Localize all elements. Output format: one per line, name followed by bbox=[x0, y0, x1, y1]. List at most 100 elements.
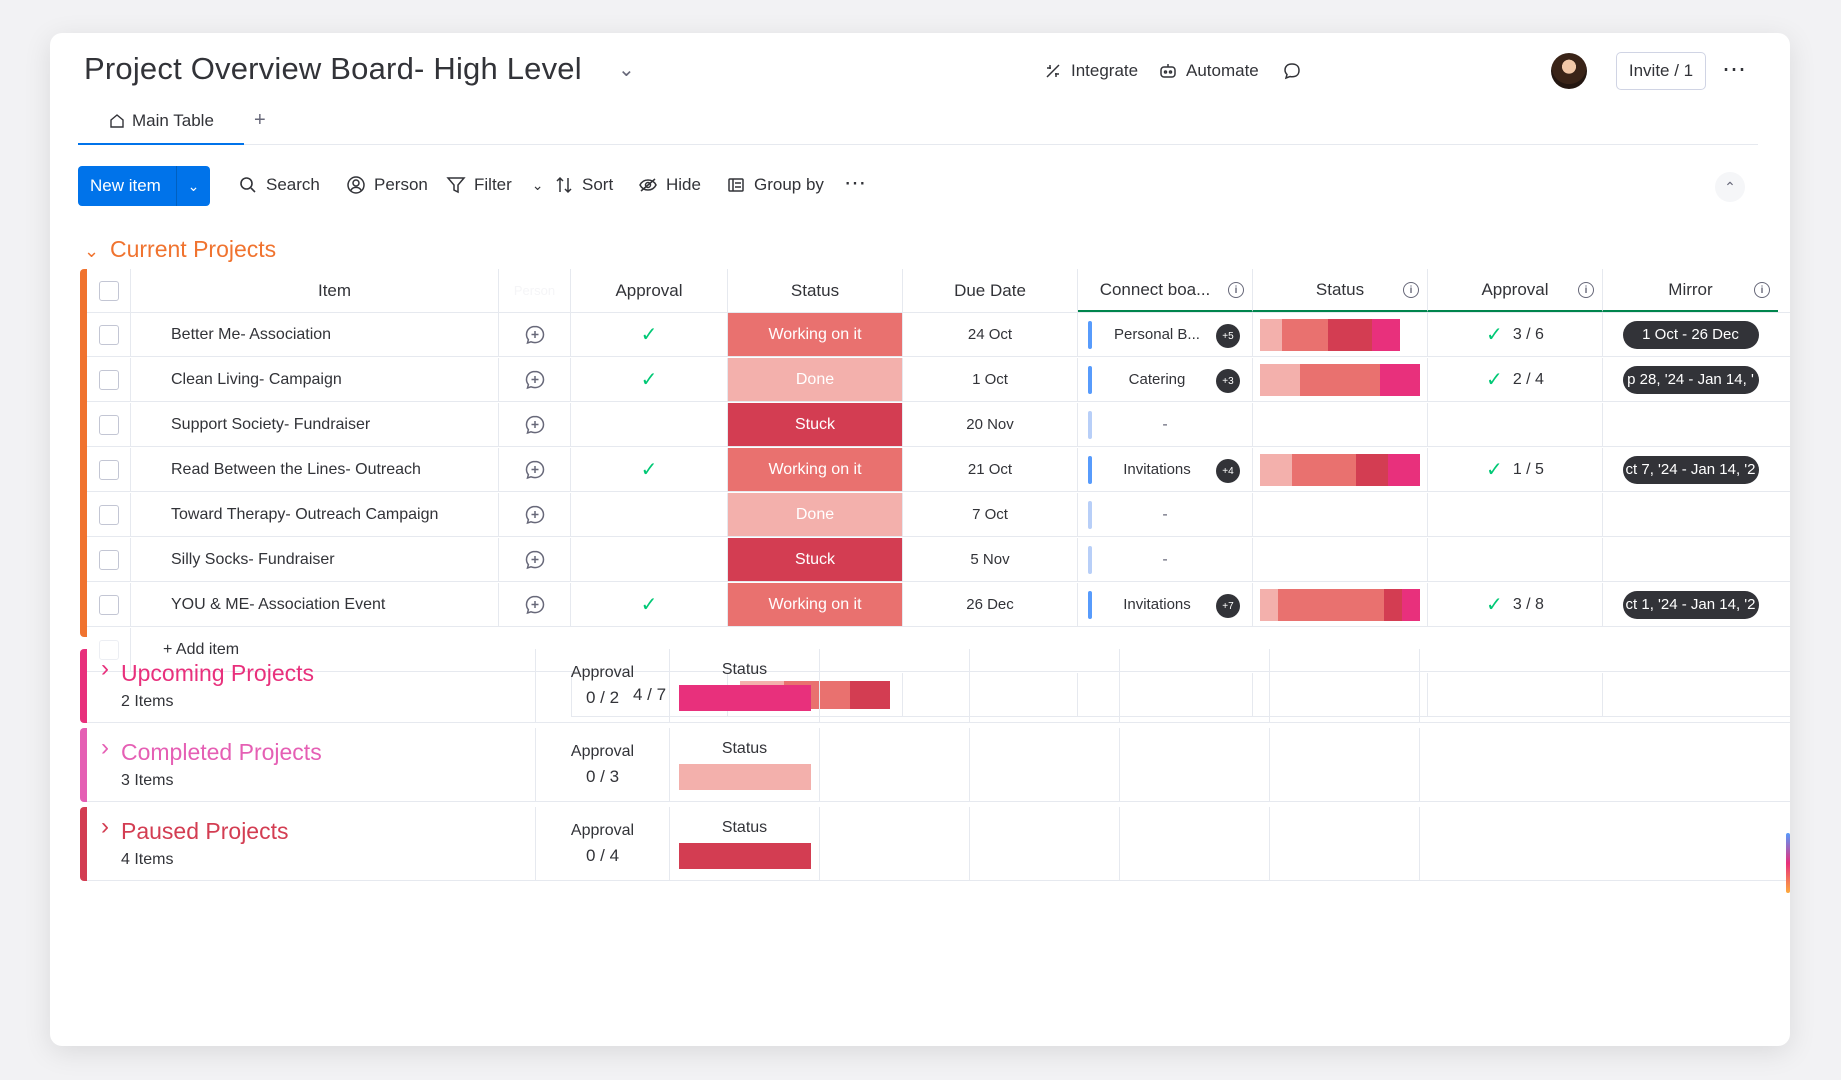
more-count-badge[interactable]: +3 bbox=[1216, 369, 1240, 393]
item-name[interactable]: Toward Therapy- Outreach Campaign bbox=[131, 493, 499, 536]
row-checkbox[interactable] bbox=[87, 493, 131, 536]
invite-button[interactable]: Invite / 1 bbox=[1616, 52, 1706, 90]
group-by-button[interactable]: Group by bbox=[726, 175, 824, 195]
column-header-person[interactable]: Person bbox=[499, 269, 571, 312]
row-checkbox[interactable] bbox=[87, 403, 131, 446]
automate-button[interactable]: Automate bbox=[1158, 61, 1259, 81]
due-date[interactable]: 24 Oct bbox=[903, 313, 1078, 356]
connect-boards-cell[interactable]: Catering +3 bbox=[1078, 358, 1253, 401]
more-toolbar-icon[interactable]: ⋯ bbox=[844, 170, 866, 196]
chevron-down-icon[interactable]: ⌄ bbox=[176, 166, 210, 206]
column-header-approval[interactable]: Approval bbox=[571, 269, 728, 312]
approval-cell[interactable]: ✓ bbox=[571, 313, 728, 356]
board-title[interactable]: Project Overview Board- High Level bbox=[84, 51, 582, 87]
mirror-cell[interactable] bbox=[1603, 538, 1778, 581]
scroll-indicator[interactable] bbox=[1786, 833, 1790, 893]
add-update-icon[interactable] bbox=[499, 583, 571, 626]
due-date[interactable]: 21 Oct bbox=[903, 448, 1078, 491]
more-count-badge[interactable]: +5 bbox=[1216, 324, 1240, 348]
group-title[interactable]: Paused Projects bbox=[121, 818, 288, 845]
checkbox[interactable] bbox=[98, 549, 119, 570]
select-all-checkbox[interactable] bbox=[87, 269, 131, 312]
row-checkbox[interactable] bbox=[87, 313, 131, 356]
more-count-badge[interactable]: +4 bbox=[1216, 459, 1240, 483]
item-name[interactable]: Silly Socks- Fundraiser bbox=[131, 538, 499, 581]
connect-boards-cell[interactable]: - bbox=[1078, 493, 1253, 536]
checkbox[interactable] bbox=[98, 414, 119, 435]
filter-button[interactable]: Filter ⌄ bbox=[446, 175, 544, 195]
column-header-due-date[interactable]: Due Date bbox=[903, 269, 1078, 312]
status-label[interactable]: Working on it bbox=[728, 448, 903, 491]
column-header-connect-boards[interactable]: Connect boa... i bbox=[1078, 269, 1253, 312]
column-header-status[interactable]: Status bbox=[728, 269, 903, 312]
avatar[interactable] bbox=[1551, 53, 1587, 89]
group-name-cell[interactable]: › Paused Projects 4 Items bbox=[87, 807, 536, 881]
more-count-badge[interactable]: +7 bbox=[1216, 594, 1240, 618]
add-update-icon[interactable] bbox=[499, 358, 571, 401]
checkbox[interactable] bbox=[98, 594, 119, 615]
group-title-current[interactable]: Current Projects bbox=[110, 236, 276, 263]
add-update-icon[interactable] bbox=[499, 313, 571, 356]
approval-cell[interactable]: ✓ bbox=[571, 358, 728, 401]
tab-main-table[interactable]: Main Table bbox=[78, 99, 244, 145]
status-label[interactable]: Working on it bbox=[728, 583, 903, 626]
mirror-cell[interactable]: ct 7, '24 - Jan 14, '2 bbox=[1603, 448, 1778, 491]
chevron-right-icon[interactable]: › bbox=[101, 655, 109, 683]
column-header-mirror[interactable]: Mirror i bbox=[1603, 269, 1778, 312]
connect-boards-cell[interactable]: Invitations +7 bbox=[1078, 583, 1253, 626]
status-label[interactable]: Done bbox=[728, 493, 903, 536]
row-checkbox[interactable] bbox=[87, 538, 131, 581]
integrate-button[interactable]: Integrate bbox=[1043, 61, 1138, 81]
updates-button[interactable] bbox=[1282, 61, 1302, 81]
group-title[interactable]: Completed Projects bbox=[121, 739, 322, 766]
info-icon[interactable]: i bbox=[1754, 282, 1770, 298]
group-name-cell[interactable]: › Completed Projects 3 Items bbox=[87, 728, 536, 802]
more-options-icon[interactable]: ⋯ bbox=[1722, 55, 1747, 84]
person-filter-button[interactable]: Person bbox=[346, 175, 428, 195]
item-name[interactable]: Better Me- Association bbox=[131, 313, 499, 356]
checkbox[interactable] bbox=[98, 324, 119, 345]
mirror-timeline-pill[interactable]: p 28, '24 - Jan 14, ' bbox=[1622, 365, 1759, 394]
approval-cell[interactable]: ✓ bbox=[571, 448, 728, 491]
column-header-item[interactable]: Item bbox=[131, 269, 499, 312]
hide-button[interactable]: Hide bbox=[638, 175, 701, 195]
column-header-status-2[interactable]: Status i bbox=[1253, 269, 1428, 312]
item-name[interactable]: Clean Living- Campaign bbox=[131, 358, 499, 401]
chevron-down-icon[interactable]: ⌄ bbox=[84, 241, 99, 262]
add-update-icon[interactable] bbox=[499, 448, 571, 491]
mirror-cell[interactable] bbox=[1603, 493, 1778, 536]
mirror-cell[interactable] bbox=[1603, 403, 1778, 446]
add-update-icon[interactable] bbox=[499, 538, 571, 581]
chevron-right-icon[interactable]: › bbox=[101, 734, 109, 762]
mirror-cell[interactable]: p 28, '24 - Jan 14, ' bbox=[1603, 358, 1778, 401]
mirror-timeline-pill[interactable]: 1 Oct - 26 Dec bbox=[1622, 320, 1759, 349]
info-icon[interactable]: i bbox=[1578, 282, 1594, 298]
checkbox[interactable] bbox=[98, 504, 119, 525]
chevron-right-icon[interactable]: › bbox=[101, 813, 109, 841]
chevron-down-icon[interactable]: ⌄ bbox=[532, 177, 544, 194]
new-item-button[interactable]: New item ⌄ bbox=[78, 166, 210, 206]
approval-cell[interactable] bbox=[571, 538, 728, 581]
add-update-icon[interactable] bbox=[499, 403, 571, 446]
chevron-down-icon[interactable]: ⌄ bbox=[618, 57, 635, 82]
due-date[interactable]: 26 Dec bbox=[903, 583, 1078, 626]
due-date[interactable]: 1 Oct bbox=[903, 358, 1078, 401]
approval-cell[interactable] bbox=[571, 403, 728, 446]
info-icon[interactable]: i bbox=[1403, 282, 1419, 298]
connect-boards-cell[interactable]: - bbox=[1078, 403, 1253, 446]
connect-boards-cell[interactable]: - bbox=[1078, 538, 1253, 581]
search-button[interactable]: Search bbox=[238, 175, 320, 195]
item-name[interactable]: Support Society- Fundraiser bbox=[131, 403, 499, 446]
status-label[interactable]: Stuck bbox=[728, 403, 903, 446]
connect-boards-cell[interactable]: Invitations +4 bbox=[1078, 448, 1253, 491]
row-checkbox[interactable] bbox=[87, 583, 131, 626]
due-date[interactable]: 7 Oct bbox=[903, 493, 1078, 536]
column-header-approval-2[interactable]: Approval i bbox=[1428, 269, 1603, 312]
approval-cell[interactable]: ✓ bbox=[571, 583, 728, 626]
due-date[interactable]: 5 Nov bbox=[903, 538, 1078, 581]
add-view-button[interactable]: + bbox=[254, 109, 266, 132]
row-checkbox[interactable] bbox=[87, 448, 131, 491]
checkbox[interactable] bbox=[98, 369, 119, 390]
status-label[interactable]: Working on it bbox=[728, 313, 903, 356]
row-checkbox[interactable] bbox=[87, 358, 131, 401]
